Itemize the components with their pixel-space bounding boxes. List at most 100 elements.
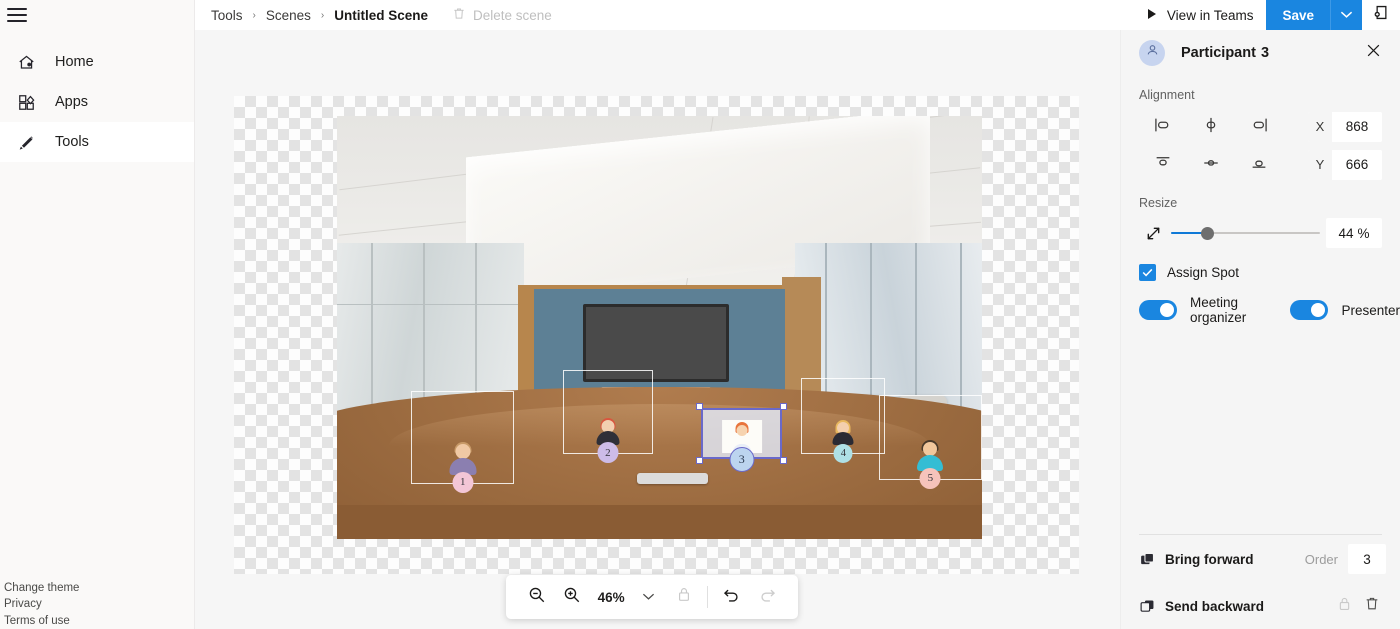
resize-handle-top-right[interactable] <box>780 402 788 410</box>
participant-marker-1[interactable]: 1 <box>411 390 515 493</box>
send-backward-row[interactable]: Send backward <box>1121 583 1400 629</box>
save-dropdown-button[interactable] <box>1330 0 1362 30</box>
panel-title-text: Participant <box>1181 45 1256 61</box>
bring-forward-row[interactable]: Bring forward Order 3 <box>1121 535 1400 583</box>
undo-button[interactable] <box>714 580 749 614</box>
align-left-icon <box>1152 115 1174 140</box>
assign-spot-row[interactable]: Assign Spot <box>1121 250 1400 281</box>
terms-of-use-link[interactable]: Terms of use <box>4 613 79 629</box>
scene-image[interactable]: 1 2 3 4 5 <box>337 116 982 539</box>
percent-symbol: % <box>1357 225 1370 241</box>
avatar <box>1139 40 1165 66</box>
sidebar-item-tools[interactable]: Tools <box>0 122 194 162</box>
assign-spot-checkbox[interactable] <box>1139 264 1156 281</box>
participant-marker-2[interactable]: 2 <box>562 369 654 464</box>
panel-header: Participant 3 <box>1121 30 1400 76</box>
align-right-button[interactable] <box>1235 112 1283 142</box>
save-button[interactable]: Save <box>1266 0 1330 30</box>
sidebar-item-apps[interactable]: Apps <box>0 82 194 122</box>
redo-button[interactable] <box>750 580 785 614</box>
zoom-dropdown-button[interactable] <box>631 580 666 614</box>
properties-panel: Participant 3 Alignment X 868 Y 666 Resi… <box>1120 30 1400 629</box>
privacy-link[interactable]: Privacy <box>4 596 79 613</box>
resize-section-label: Resize <box>1139 196 1178 210</box>
align-right-icon <box>1248 115 1270 140</box>
close-panel-button[interactable] <box>1360 40 1386 66</box>
save-label: Save <box>1282 7 1314 23</box>
resize-percent-field[interactable]: 44 % <box>1326 218 1382 248</box>
redo-icon <box>758 586 777 608</box>
x-label: X <box>1308 112 1332 142</box>
align-bottom-icon <box>1248 153 1270 178</box>
align-left-button[interactable] <box>1139 112 1187 142</box>
participant-marker-4[interactable]: 4 <box>801 378 886 464</box>
y-value[interactable]: 666 <box>1332 150 1382 180</box>
canvas-area[interactable]: 1 2 3 4 5 46% <box>195 30 1120 629</box>
sidebar-item-home[interactable]: Home <box>0 42 194 82</box>
align-center-horizontal-button[interactable] <box>1187 112 1235 142</box>
delete-scene-button[interactable]: Delete scene <box>452 6 552 24</box>
y-coordinate-field[interactable]: Y 666 <box>1308 150 1382 180</box>
send-backward-icon <box>1139 598 1165 615</box>
lock-icon <box>676 586 692 608</box>
participant-marker-5[interactable]: 5 <box>878 395 982 489</box>
presenter-toggle[interactable] <box>1290 300 1329 320</box>
artboard-transparent-background[interactable]: 1 2 3 4 5 <box>234 96 1079 574</box>
menu-button[interactable] <box>0 0 194 30</box>
undo-icon <box>722 586 741 608</box>
order-label: Order <box>1304 551 1338 567</box>
resize-handle-top-left[interactable] <box>696 402 704 410</box>
breadcrumb-separator: › <box>252 9 256 21</box>
participant-number-badge: 4 <box>833 444 853 464</box>
zoom-out-icon <box>528 586 546 609</box>
view-in-teams-label: View in Teams <box>1166 7 1254 23</box>
align-top-button[interactable] <box>1139 150 1187 180</box>
slider-knob[interactable] <box>1200 226 1214 240</box>
breadcrumb-separator: › <box>320 9 325 21</box>
view-in-teams-button[interactable]: View in Teams <box>1132 0 1267 30</box>
resize-handle-bottom-left[interactable] <box>696 456 704 464</box>
zoom-in-button[interactable] <box>554 580 589 614</box>
lock-button[interactable] <box>1330 592 1358 620</box>
meeting-organizer-toggle[interactable] <box>1139 300 1177 320</box>
panel-title-number: 3 <box>1260 45 1270 61</box>
align-center-vertical-button[interactable] <box>1187 150 1235 180</box>
send-backward-label: Send backward <box>1165 598 1265 614</box>
left-rail: Home Apps Tools Change theme Privacy Ter… <box>0 0 195 629</box>
rail-footer-links: Change theme Privacy Terms of use <box>0 580 79 629</box>
x-value[interactable]: 868 <box>1332 112 1382 142</box>
resize-percent-value: 44 <box>1338 225 1354 241</box>
delete-button[interactable] <box>1358 592 1386 620</box>
breadcrumb-tools[interactable]: Tools <box>211 8 243 23</box>
alignment-controls: X 868 Y 666 <box>1121 102 1400 184</box>
delete-scene-label: Delete scene <box>473 7 552 23</box>
slider-fill <box>1171 231 1204 235</box>
alignment-section-label: Alignment <box>1139 88 1195 102</box>
zoom-in-icon <box>563 586 581 609</box>
order-value[interactable]: 3 <box>1348 544 1386 574</box>
sidebar-item-label: Tools <box>55 134 89 150</box>
participant-number-badge: 1 <box>452 471 474 493</box>
breadcrumb-current-scene: Untitled Scene <box>334 7 429 23</box>
change-theme-link[interactable]: Change theme <box>4 580 79 597</box>
lock-icon <box>1337 596 1352 617</box>
close-icon <box>1366 43 1381 63</box>
x-coordinate-field[interactable]: X 868 <box>1308 112 1382 142</box>
resize-handle-bottom-right[interactable] <box>780 456 788 464</box>
zoom-out-button[interactable] <box>519 580 554 614</box>
participant-number-badge: 3 <box>729 446 755 472</box>
resize-slider[interactable] <box>1171 218 1320 248</box>
toolbar-divider <box>707 586 709 608</box>
resize-controls: 44 % <box>1121 210 1400 250</box>
align-bottom-button[interactable] <box>1235 150 1283 180</box>
breadcrumb-scenes[interactable]: Scenes <box>266 8 311 23</box>
align-center-vertical-icon <box>1200 153 1222 178</box>
top-bar: Tools › Scenes › Untitled Scene Delete s… <box>195 0 1400 30</box>
participant-marker-3[interactable]: 3 <box>696 402 788 472</box>
conference-room-photo: 1 2 3 4 5 <box>337 116 982 539</box>
add-scene-icon <box>1372 3 1391 27</box>
panel-bottom-actions: Bring forward Order 3 Send backward <box>1121 534 1400 629</box>
lock-button[interactable] <box>666 580 701 614</box>
new-scene-button[interactable] <box>1362 0 1400 30</box>
trash-icon <box>1364 595 1380 617</box>
